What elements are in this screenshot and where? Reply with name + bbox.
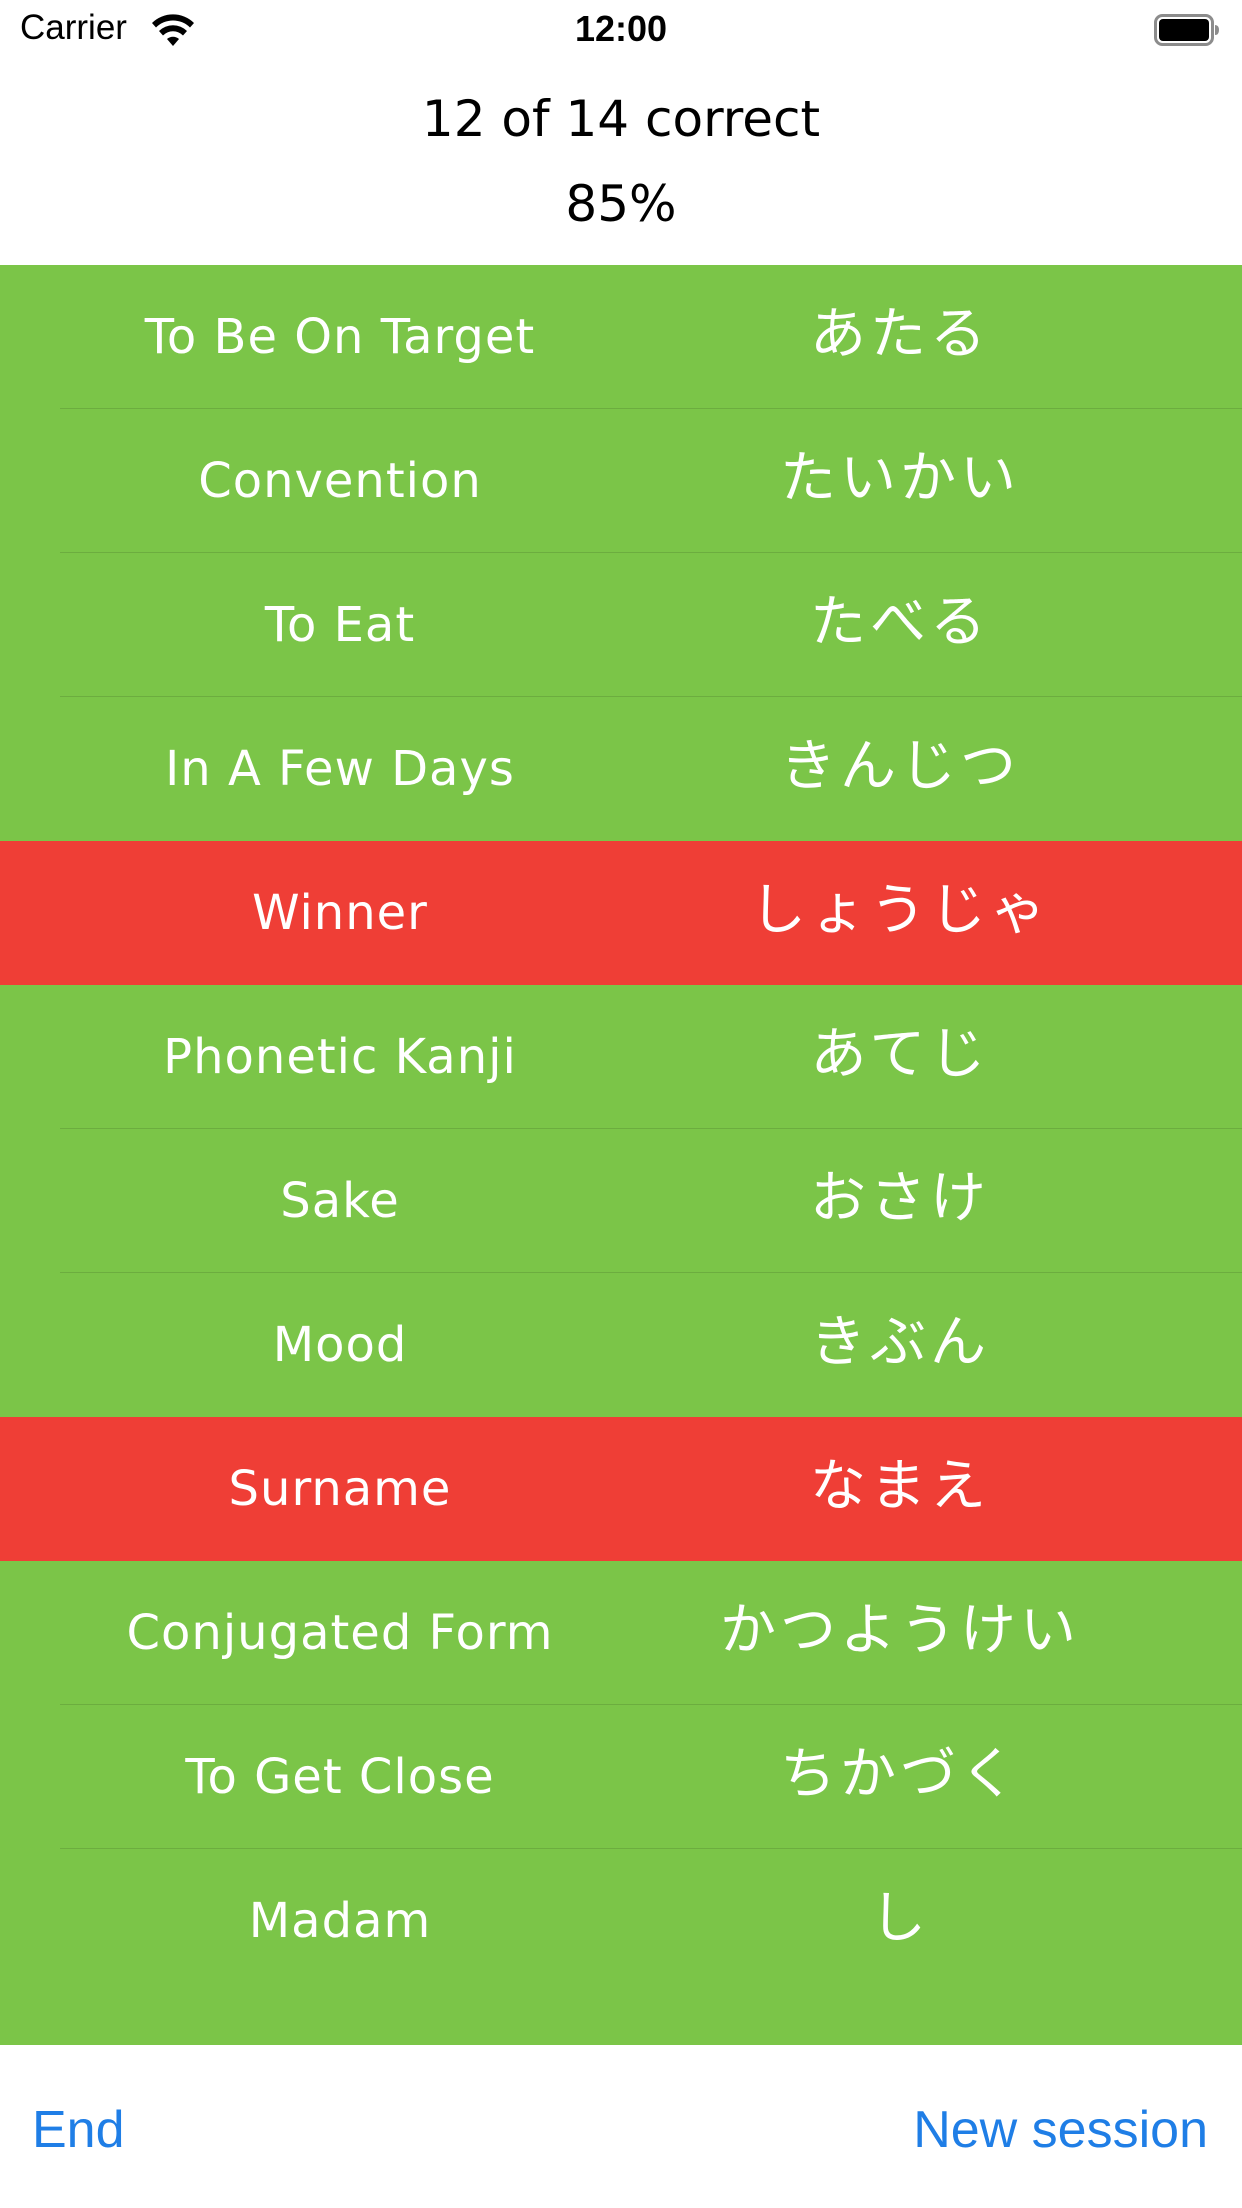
kana-reading: あてじ [810,1022,990,1087]
battery-icon [1154,14,1219,46]
kana-reading: かつようけい [720,1598,1080,1663]
result-row[interactable]: Madam し [0,1849,1242,1993]
english-word: Madam [248,1893,432,1949]
kana-reading: たべる [810,590,990,655]
kana-reading: きぶん [810,1310,990,1375]
kana-reading: なまえ [810,1454,990,1519]
status-bar: Carrier 12:00 [0,0,1242,60]
english-word: Sake [280,1173,400,1229]
end-button[interactable]: End [32,2100,125,2160]
kana-reading: し [870,1886,930,1951]
status-time: 12:00 [574,8,668,49]
kana-reading: あたる [810,302,990,367]
result-row[interactable]: To Eat たべる [0,553,1242,697]
english-word: In A Few Days [165,741,515,797]
result-row[interactable]: Phonetic Kanji あてじ [0,985,1242,1129]
kana-reading: ちかづく [780,1742,1020,1807]
english-word: Winner [252,885,428,941]
kana-reading: おさけ [810,1166,990,1231]
result-row[interactable]: Sake おさけ [0,1129,1242,1273]
english-word: Surname [228,1461,452,1517]
result-row[interactable]: Mood きぶん [0,1273,1242,1417]
english-word: Mood [272,1317,408,1373]
new-session-button[interactable]: New session [913,2100,1208,2160]
english-word: To Eat [264,597,416,653]
english-word: Phonetic Kanji [163,1029,517,1085]
results-list[interactable]: To Be On Target あたる Convention たいかい To Eat たべ… [0,265,1242,2045]
result-row[interactable]: Convention たいかい [0,409,1242,553]
score-summary: 12 of 14 correct [421,90,821,148]
kana-reading: しょうじゃ [750,878,1050,943]
english-word: To Get Close [185,1749,495,1805]
english-word: To Be On Target [144,309,536,365]
english-word: Conjugated Form [126,1605,554,1661]
result-row[interactable]: In A Few Days きんじつ [0,697,1242,841]
result-row[interactable]: Surname なまえ [0,1417,1242,1561]
kana-reading: たいかい [780,446,1020,511]
score-percentage: 85% [565,175,677,233]
kana-reading: きんじつ [780,734,1020,799]
results-screen: Carrier 12:00 12 of 14 correct 85% To Be… [0,0,1242,2208]
result-row[interactable]: To Get Close ちかづく [0,1705,1242,1849]
english-word: Convention [198,453,482,509]
result-row[interactable]: Conjugated Form かつようけい [0,1561,1242,1705]
result-row[interactable]: Winner しょうじゃ [0,841,1242,985]
bottom-toolbar: End New session [0,2045,1242,2208]
result-row[interactable]: To Be On Target あたる [0,265,1242,409]
